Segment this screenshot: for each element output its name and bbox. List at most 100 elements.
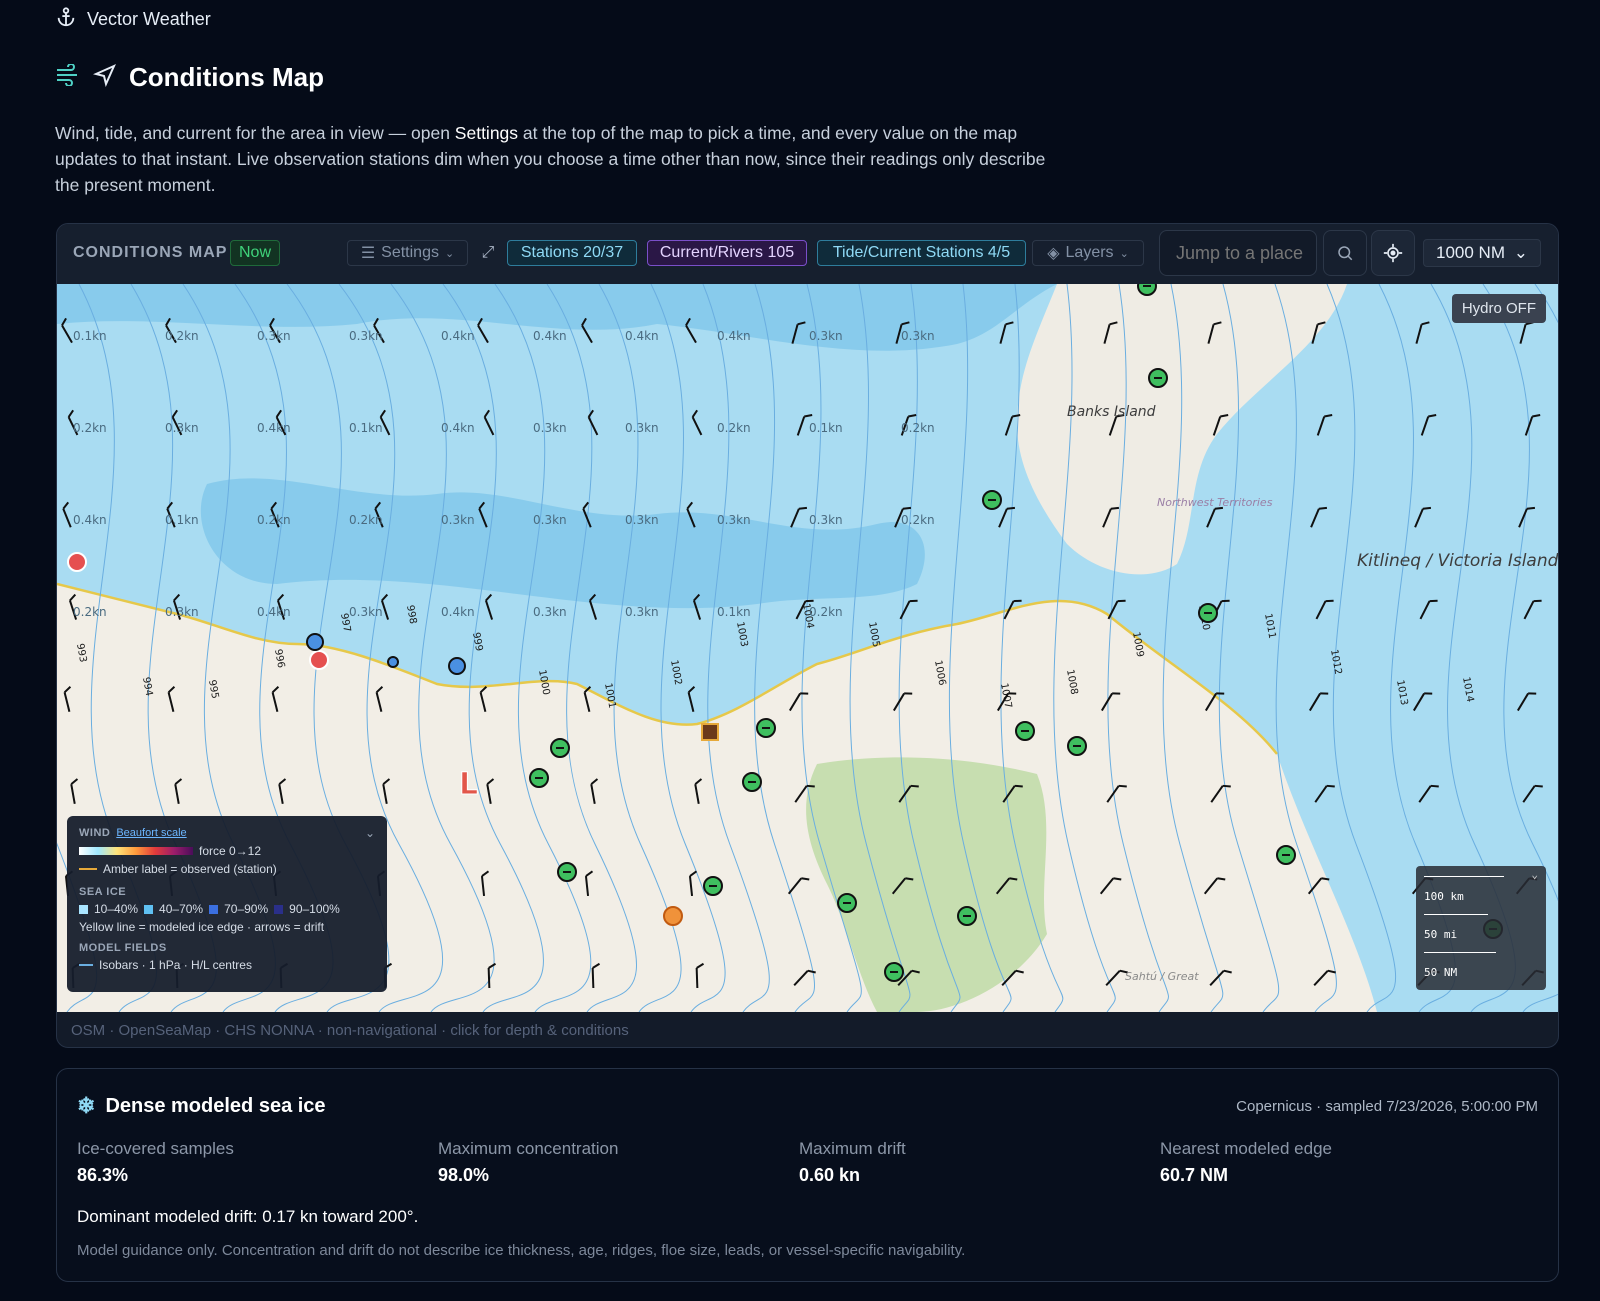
low-pressure-centre: L	[459, 767, 478, 802]
wind-barb	[584, 870, 594, 897]
stat-nearest-edge: Nearest modeled edge 60.7 NM	[1160, 1139, 1332, 1186]
weather-station-marker[interactable]	[1276, 845, 1296, 865]
wind-barb	[695, 962, 705, 989]
beaufort-link[interactable]: Beaufort scale	[116, 827, 186, 839]
isobar-label: 1008	[1064, 669, 1079, 696]
wind-barb	[480, 870, 490, 897]
stat-label: Maximum drift	[799, 1139, 906, 1158]
tide-station-marker[interactable]	[67, 552, 87, 572]
isobar-label: 994	[140, 676, 154, 697]
wind-barb	[1100, 692, 1121, 712]
page-intro: Wind, tide, and current for the area in …	[55, 123, 1046, 195]
wind-barb	[382, 778, 391, 805]
current-speed-label: 0.3kn	[349, 605, 383, 619]
weather-station-marker[interactable]	[1015, 721, 1035, 741]
settings-button[interactable]: ☰ Settings ⌄	[347, 240, 468, 266]
ice-bin-label: 70–90%	[224, 902, 269, 916]
sea-ice-summary-card: ❄ Dense modeled sea ice Copernicus · sam…	[56, 1068, 1559, 1282]
weather-station-marker[interactable]	[529, 768, 549, 788]
weather-station-marker[interactable]	[1198, 603, 1218, 623]
current-speed-label: 0.4kn	[257, 605, 291, 619]
search-button[interactable]	[1323, 230, 1367, 276]
current-speed-label: 0.3kn	[625, 421, 659, 435]
current-speed-label: 0.1kn	[73, 329, 107, 343]
wind-barb	[167, 685, 176, 712]
weather-station-marker[interactable]	[756, 718, 776, 738]
isobar-swatch	[79, 964, 93, 966]
isobar-label: 995	[206, 679, 220, 700]
wind-barb	[788, 692, 809, 712]
weather-station-marker[interactable]	[837, 893, 857, 913]
stat-ice-covered: Ice-covered samples 86.3%	[77, 1139, 234, 1186]
dominant-drift: Dominant modeled drift: 0.17 kn toward 2…	[77, 1207, 419, 1226]
buoy-marker[interactable]	[448, 657, 466, 675]
current-speed-label: 0.2kn	[901, 421, 935, 435]
wind-barb	[787, 877, 810, 895]
chevron-down-icon[interactable]: ⌄	[1531, 868, 1538, 881]
chevron-down-icon: ⌄	[1513, 243, 1528, 262]
range-select[interactable]: 1000 NM ⌄	[1423, 239, 1541, 267]
wind-barb	[1106, 784, 1127, 803]
weather-station-marker[interactable]	[550, 738, 570, 758]
sea-ice-title: Dense modeled sea ice	[105, 1094, 326, 1117]
wind-barb	[174, 778, 183, 805]
current-speed-label: 0.3kn	[717, 513, 751, 527]
weather-station-marker[interactable]	[1137, 284, 1157, 296]
sea-ice-heading: ❄ Dense modeled sea ice	[77, 1093, 326, 1119]
map-canvas[interactable]: 993 994 995 996 997 998 999 1000 1001 1002 1003 100…	[57, 284, 1558, 1012]
current-speed-label: 0.1kn	[809, 421, 843, 435]
observed-station-marker[interactable]	[663, 906, 683, 926]
app-header: Vector Weather	[55, 6, 211, 33]
weather-station-marker[interactable]	[557, 862, 577, 882]
layers-button[interactable]: ◈ Layers ⌄	[1032, 240, 1144, 266]
map-attribution: OSM · OpenSeaMap · CHS NONNA · non-navig…	[71, 1022, 629, 1039]
current-rivers-toggle[interactable]: Current/Rivers 105	[647, 240, 807, 266]
beaufort-gradient	[79, 847, 193, 855]
current-speed-label: 0.4kn	[257, 421, 291, 435]
wind-barb	[1099, 877, 1122, 895]
stations-toggle[interactable]: Stations 20/37	[507, 240, 637, 266]
current-speed-label: 0.3kn	[901, 329, 935, 343]
stat-label: Nearest modeled edge	[1160, 1139, 1333, 1158]
tide-station-marker[interactable]	[309, 650, 329, 670]
wind-barb	[793, 969, 816, 986]
current-speed-label: 0.4kn	[717, 329, 751, 343]
weather-station-marker[interactable]	[884, 962, 904, 982]
search-icon	[1338, 246, 1353, 261]
hydro-toggle[interactable]: Hydro OFF	[1451, 294, 1546, 323]
ice-swatch	[144, 904, 154, 914]
current-speed-label: 0.2kn	[257, 513, 291, 527]
locate-button[interactable]	[1371, 230, 1415, 276]
scale-nm: 50 NM	[1424, 966, 1458, 979]
tide-stations-toggle[interactable]: Tide/Current Stations 4/5	[817, 240, 1026, 266]
expand-icon[interactable]: ⤢	[475, 240, 501, 266]
buoy-marker[interactable]	[387, 656, 399, 668]
isobar-label: 996	[272, 648, 286, 669]
chevron-down-icon[interactable]: ⌄	[365, 826, 375, 840]
map-label: CONDITIONS MAP	[73, 244, 228, 261]
weather-station-marker[interactable]	[957, 906, 977, 926]
weather-station-marker[interactable]	[742, 772, 762, 792]
current-speed-label: 0.3kn	[625, 605, 659, 619]
ice-swatch	[79, 904, 88, 914]
current-speed-label: 0.1kn	[717, 605, 751, 619]
current-station-marker[interactable]	[701, 723, 719, 741]
scale-mi: 50 mi	[1424, 928, 1458, 941]
weather-station-marker[interactable]	[1067, 736, 1087, 756]
current-speed-label: 0.3kn	[165, 421, 199, 435]
legend-ice-note: Yellow line = modeled ice edge · arrows …	[79, 920, 325, 934]
weather-station-marker[interactable]	[703, 876, 723, 896]
time-badge[interactable]: Now	[230, 240, 280, 266]
wind-barb	[1307, 877, 1330, 895]
buoy-marker[interactable]	[306, 633, 324, 651]
settings-emphasis: Settings	[454, 123, 519, 143]
stat-max-concentration: Maximum concentration 98.0%	[438, 1139, 618, 1186]
place-search-input[interactable]	[1159, 230, 1317, 276]
place-label: Northwest Territories	[1157, 496, 1273, 509]
vegetation-area	[806, 757, 1047, 1012]
model-disclaimer: Model guidance only. Concentration and d…	[77, 1242, 966, 1259]
weather-station-marker[interactable]	[982, 490, 1002, 510]
stat-max-drift: Maximum drift 0.60 kn	[799, 1139, 906, 1186]
current-speed-label: 0.4kn	[533, 329, 567, 343]
weather-station-marker[interactable]	[1148, 368, 1168, 388]
